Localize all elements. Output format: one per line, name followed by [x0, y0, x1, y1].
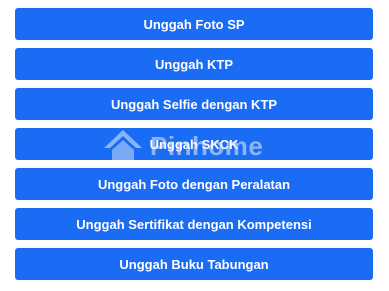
upload-ktp-button[interactable]: Unggah KTP [15, 48, 373, 80]
upload-bank-book-button[interactable]: Unggah Buku Tabungan [15, 248, 373, 280]
upload-certificate-button[interactable]: Unggah Sertifikat dengan Kompetensi [15, 208, 373, 240]
upload-skck-button[interactable]: Unggah SKCK [15, 128, 373, 160]
upload-button-list: Unggah Foto SP Unggah KTP Unggah Selfie … [15, 8, 373, 288]
upload-selfie-ktp-button[interactable]: Unggah Selfie dengan KTP [15, 88, 373, 120]
upload-photo-equipment-button[interactable]: Unggah Foto dengan Peralatan [15, 168, 373, 200]
upload-photo-sp-button[interactable]: Unggah Foto SP [15, 8, 373, 40]
